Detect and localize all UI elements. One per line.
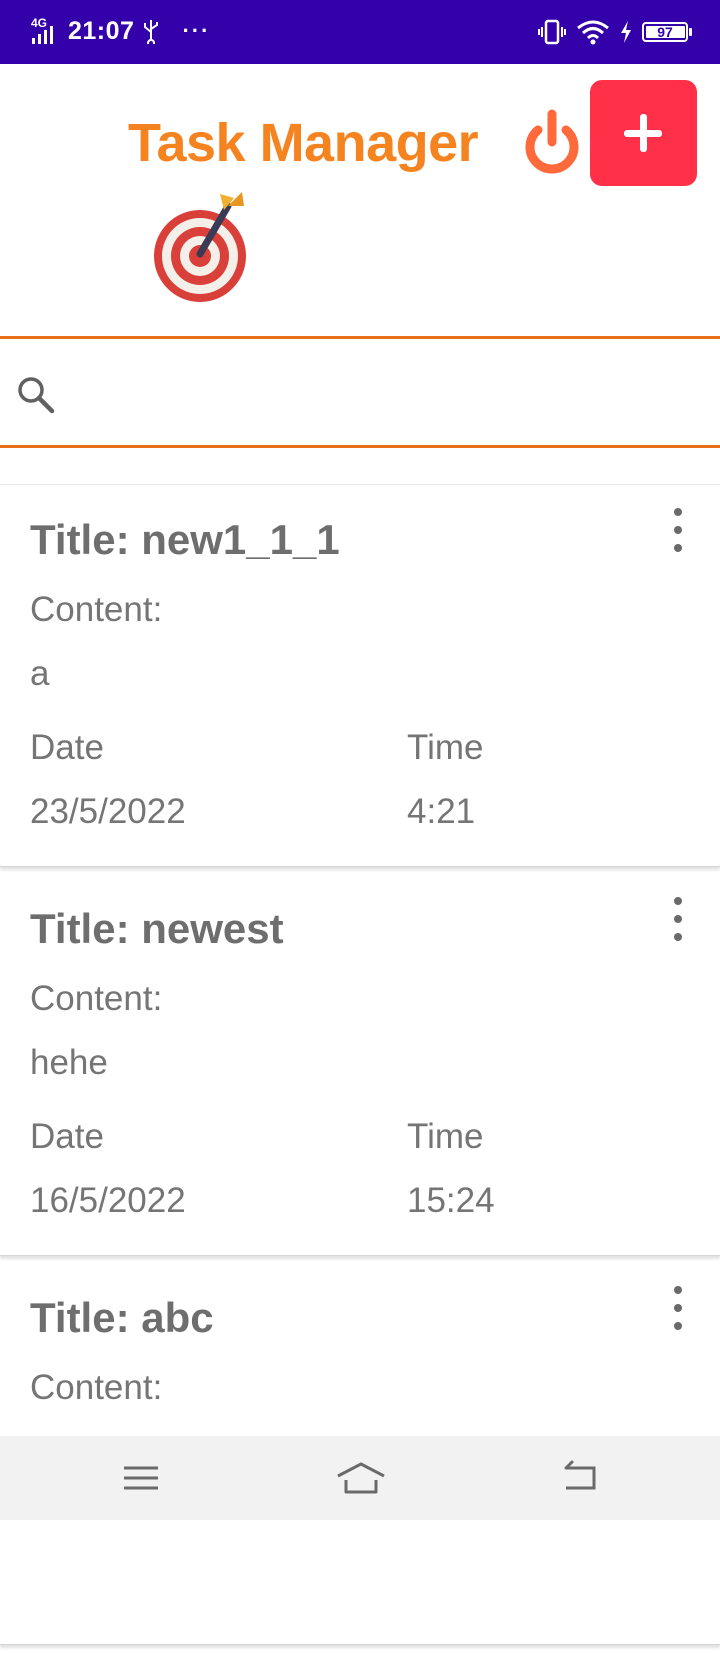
menu-icon[interactable]	[116, 1456, 166, 1500]
status-time: 21:07	[68, 16, 135, 45]
task-content: a	[30, 654, 50, 693]
power-icon[interactable]	[516, 108, 588, 180]
more-options-icon[interactable]	[664, 504, 694, 556]
target-dart-icon	[154, 192, 246, 302]
usb-icon	[144, 20, 159, 44]
task-date: 23/5/2022	[30, 792, 186, 831]
task-time: 15:24	[407, 1181, 495, 1220]
time-label: Time	[407, 1117, 484, 1156]
network-type: 4G	[31, 16, 47, 30]
signal-4g-icon: 4G	[31, 16, 53, 44]
task-title: Title: abc	[30, 1294, 214, 1341]
home-icon[interactable]	[334, 1456, 388, 1500]
task-card[interactable]: Title: newest Content: hehe Date 16/5/20…	[0, 875, 720, 1256]
search-input[interactable]	[72, 359, 696, 427]
more-options-icon[interactable]	[664, 1282, 694, 1334]
vibrate-icon	[538, 19, 566, 45]
content-label: Content:	[30, 1368, 163, 1407]
task-title: Title: newest	[30, 905, 284, 952]
search-bar	[0, 336, 720, 448]
search-icon	[18, 377, 55, 414]
more-options-icon[interactable]	[664, 893, 694, 945]
charging-icon	[621, 21, 631, 43]
task-title: Title: new1_1_1	[30, 516, 340, 563]
divider	[0, 484, 720, 485]
content-label: Content:	[30, 979, 163, 1018]
task-date: 16/5/2022	[30, 1181, 186, 1220]
content-label: Content:	[30, 590, 163, 629]
app-title: Task Manager	[128, 113, 479, 173]
battery-indicator: 97	[642, 22, 692, 42]
time-label: Time	[407, 728, 484, 767]
date-label: Date	[30, 728, 104, 767]
status-bar: 4G 21:07 ··· 97	[0, 0, 720, 64]
wifi-icon	[577, 20, 609, 45]
task-card[interactable]: Title: new1_1_1 Content: a Date 23/5/202…	[0, 486, 720, 867]
date-label: Date	[30, 1117, 104, 1156]
battery-level: 97	[657, 24, 673, 40]
task-time: 4:21	[407, 792, 476, 831]
back-icon[interactable]	[556, 1456, 606, 1500]
status-more: ···	[182, 18, 211, 43]
task-content: hehe	[30, 1043, 108, 1082]
system-nav-bar	[0, 1436, 720, 1520]
add-task-button[interactable]	[590, 80, 697, 186]
